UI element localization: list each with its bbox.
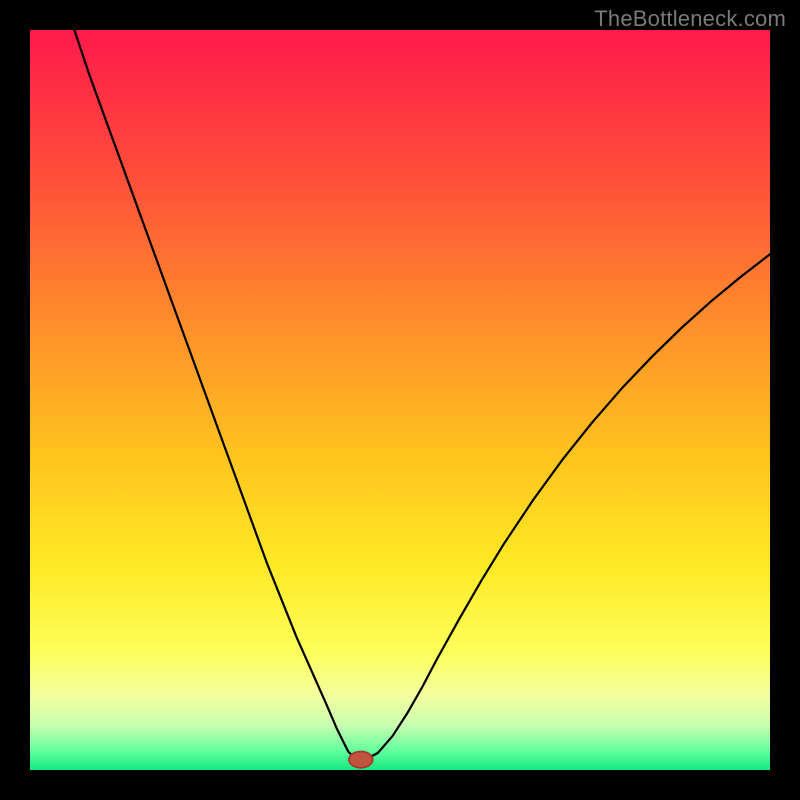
chart-frame: TheBottleneck.com	[0, 0, 800, 800]
chart-background	[30, 30, 770, 770]
chart-plot-area	[30, 30, 770, 770]
optimal-point-marker	[349, 752, 373, 768]
watermark-text: TheBottleneck.com	[594, 6, 786, 32]
chart-svg	[30, 30, 770, 770]
